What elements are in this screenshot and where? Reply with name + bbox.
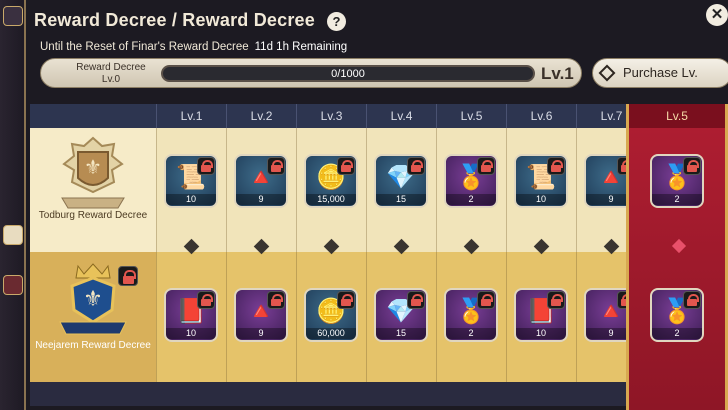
level-header-2: Lv.2 — [226, 104, 296, 128]
free-reward-lv4[interactable]: 💎 15 — [374, 154, 428, 208]
progress-label-title: Reward Decree — [76, 62, 146, 73]
premium-reward-lv3[interactable]: 🪙 60,000 — [304, 288, 358, 342]
featured-level-column[interactable]: Lv.5 🏅 2 🏅 2 — [626, 104, 728, 410]
premium-reward-lv4[interactable]: 💎 15 — [374, 288, 428, 342]
column-divider — [576, 128, 577, 382]
premium-reward-lv1[interactable]: 📕 10 — [164, 288, 218, 342]
featured-level-label: Lv.5 — [629, 104, 725, 128]
event-tab-icon[interactable] — [3, 275, 23, 295]
reward-quantity: 10 — [516, 194, 566, 205]
lock-icon — [477, 157, 495, 175]
todburg-track-name: Todburg Reward Decree — [38, 210, 148, 221]
lock-icon — [197, 291, 215, 309]
level-header-6: Lv.6 — [506, 104, 576, 128]
premium-reward-lv5[interactable]: 🏅 2 — [444, 288, 498, 342]
reward-quantity: 9 — [236, 328, 286, 339]
reward-quantity: 2 — [446, 328, 496, 339]
progress-bar: 0/1000 — [161, 65, 535, 82]
column-divider — [156, 128, 157, 382]
featured-premium-reward[interactable]: 🏅 2 — [650, 288, 704, 342]
reward-quantity: 15 — [376, 194, 426, 205]
progress-label-level: Lv.0 — [101, 74, 121, 85]
todburg-crest-icon: ⚜ — [61, 136, 125, 209]
premium-track-lock-icon — [118, 266, 138, 286]
level-header-4: Lv.4 — [366, 104, 436, 128]
page-title: Reward Decree / Reward Decree — [34, 10, 315, 30]
lock-icon — [407, 291, 425, 309]
lock-icon — [267, 291, 285, 309]
free-reward-lv1[interactable]: 📜 10 — [164, 154, 218, 208]
reward-quantity: 15,000 — [306, 194, 356, 205]
svg-text:⚜: ⚜ — [83, 287, 103, 312]
level-header-3: Lv.3 — [296, 104, 366, 128]
progress-label: Reward Decree Lv.0 — [55, 62, 167, 86]
left-rail — [0, 0, 26, 410]
lock-icon — [477, 291, 495, 309]
reward-quantity: 60,000 — [306, 328, 356, 339]
lock-icon — [547, 291, 565, 309]
board-footer — [30, 382, 630, 406]
reward-quantity: 9 — [236, 194, 286, 205]
decree-progress-panel: Reward Decree Lv.0 0/1000 Lv.1 — [40, 58, 582, 88]
free-reward-lv5[interactable]: 🏅 2 — [444, 154, 498, 208]
column-divider — [296, 128, 297, 382]
reward-quantity: 10 — [516, 328, 566, 339]
featured-free-reward[interactable]: 🏅 2 — [650, 154, 704, 208]
premium-reward-lv2[interactable]: 🔺 9 — [234, 288, 288, 342]
lock-icon — [683, 291, 701, 309]
level-header-5: Lv.5 — [436, 104, 506, 128]
reset-remaining: 11d 1h Remaining — [254, 41, 348, 53]
svg-text:⚜: ⚜ — [84, 155, 102, 179]
diamond-icon — [598, 64, 616, 82]
lock-icon — [337, 291, 355, 309]
lock-icon — [683, 157, 701, 175]
lock-icon — [407, 157, 425, 175]
column-divider — [226, 128, 227, 382]
reward-quantity: 10 — [166, 328, 216, 339]
purchase-level-label: Purchase Lv. — [623, 65, 698, 80]
decree-tab-icon[interactable] — [3, 225, 23, 245]
close-icon[interactable]: ✕ — [706, 4, 728, 26]
reward-board: ⚜ Todburg Reward Decree ⚜ Neejarem Rewar… — [30, 104, 638, 406]
neejarem-track-name: Neejarem Reward Decree — [35, 340, 151, 351]
free-reward-lv6[interactable]: 📜 10 — [514, 154, 568, 208]
lock-icon — [337, 157, 355, 175]
help-icon[interactable]: ? — [327, 12, 346, 31]
purchase-level-button[interactable]: Purchase Lv. — [592, 58, 728, 88]
column-divider — [436, 128, 437, 382]
column-divider — [366, 128, 367, 382]
reward-quantity: 15 — [376, 328, 426, 339]
reset-timer: Until the Reset of Finar's Reward Decree… — [40, 41, 347, 53]
progress-value: 0/1000 — [331, 68, 365, 80]
reward-quantity: 2 — [446, 194, 496, 205]
reward-quantity: 10 — [166, 194, 216, 205]
column-divider — [506, 128, 507, 382]
lock-icon — [547, 157, 565, 175]
reset-label: Until the Reset of Finar's Reward Decree — [40, 41, 249, 53]
free-reward-lv3[interactable]: 🪙 15,000 — [304, 154, 358, 208]
featured-connector-icon — [671, 238, 687, 254]
premium-reward-lv6[interactable]: 📕 10 — [514, 288, 568, 342]
lock-icon — [197, 157, 215, 175]
reward-quantity: 2 — [652, 194, 702, 205]
level-header-1: Lv.1 — [156, 104, 226, 128]
next-level-label: Lv.1 — [541, 64, 574, 83]
reward-quantity: 2 — [652, 328, 702, 339]
crest-tab-icon[interactable] — [3, 6, 23, 26]
free-reward-lv2[interactable]: 🔺 9 — [234, 154, 288, 208]
lock-icon — [267, 157, 285, 175]
